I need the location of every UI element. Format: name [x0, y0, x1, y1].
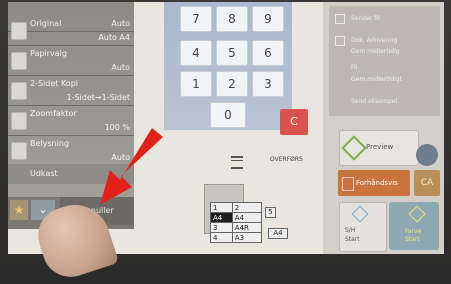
- arrow-shape: [100, 128, 163, 205]
- red-arrow-icon: [100, 128, 163, 205]
